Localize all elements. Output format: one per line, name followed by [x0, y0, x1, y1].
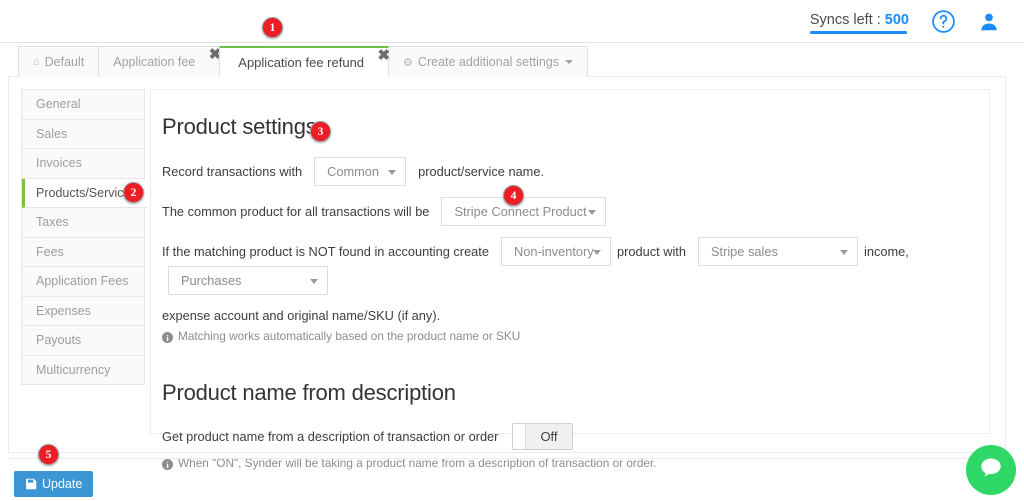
marker-badge-2: 2	[123, 182, 144, 203]
header-actions: Syncs left : 500	[809, 0, 1000, 43]
fallback-product-mid-label: product with	[616, 243, 686, 259]
product-type-select[interactable]: Non-inventory	[500, 237, 611, 266]
expense-account-select[interactable]: Purchases	[168, 266, 328, 295]
tab-default-label: Default	[44, 55, 85, 69]
chevron-down-icon	[564, 60, 573, 64]
toggle-state-label: Off	[526, 424, 572, 449]
expense-account-select-value: Purchases	[181, 272, 242, 288]
record-transactions-suffix-label: product/service name.	[418, 163, 545, 179]
sidebar-item-multicurrency[interactable]: Multicurrency	[22, 355, 144, 385]
app-window: Syncs left : 500 1 2 3 4 5 ⌂ Default App…	[0, 0, 1024, 501]
help-icon[interactable]	[931, 9, 956, 34]
sidebar-item-application-fees[interactable]: Application Fees	[22, 267, 144, 297]
tab-application-fee-refund-label: Application fee refund	[238, 55, 365, 70]
product-name-heading: Product name from description	[162, 380, 456, 405]
product-name-toggle-label: Get product name from a description of t…	[162, 428, 499, 444]
common-product-row: The common product for all transactions …	[162, 197, 989, 226]
tab-create-additional-settings-label: Create additional settings	[417, 55, 559, 69]
chat-widget-button[interactable]	[966, 445, 1016, 495]
syncs-left-indicator: Syncs left : 500	[809, 12, 909, 34]
chevron-down-icon	[588, 209, 597, 215]
fallback-product-row: If the matching product is NOT found in …	[162, 237, 989, 295]
settings-sidebar: General Sales Invoices Products/Services…	[21, 89, 147, 385]
update-button-label: Update	[42, 477, 83, 491]
sidebar-item-sales[interactable]: Sales	[22, 119, 144, 149]
chevron-down-icon	[310, 278, 318, 284]
chat-bubble-icon	[978, 455, 1004, 486]
home-icon: ⌂	[33, 56, 40, 68]
tab-application-fee-label: Application fee	[113, 55, 196, 69]
sidebar-item-fees[interactable]: Fees	[22, 237, 144, 267]
fallback-product-prefix-label: If the matching product is NOT found in …	[162, 243, 489, 259]
record-transactions-prefix-label: Record transactions with	[162, 163, 303, 179]
gear-icon: ⚙	[403, 56, 413, 69]
matching-hint-text: Matching works automatically based on th…	[178, 329, 521, 343]
syncs-progress-bar	[809, 31, 907, 34]
product-name-toggle-row: Get product name from a description of t…	[162, 423, 989, 450]
marker-badge-5: 5	[38, 444, 59, 465]
marker-badge-4: 4	[503, 185, 524, 206]
tab-application-fee[interactable]: Application fee ✖	[98, 46, 221, 77]
product-type-select-value: Non-inventory	[513, 243, 594, 259]
save-floppy-icon	[25, 478, 37, 490]
sidebar-item-general[interactable]: General	[22, 90, 144, 120]
toggle-knob	[513, 424, 527, 449]
settings-tab-strip: ⌂ Default Application fee ✖ Application …	[18, 46, 588, 77]
sidebar-item-taxes[interactable]: Taxes	[22, 208, 144, 238]
syncs-left-label: Syncs left :	[809, 12, 885, 28]
record-transactions-row: Record transactions with Common product/…	[162, 157, 989, 186]
common-product-select-value: Stripe Connect Product	[454, 203, 587, 219]
tab-create-additional-settings[interactable]: ⚙ Create additional settings	[388, 46, 588, 77]
marker-badge-3: 3	[310, 121, 331, 142]
tab-default[interactable]: ⌂ Default	[18, 46, 100, 77]
fallback-product-second-line: expense account and original name/SKU (i…	[162, 306, 989, 326]
user-avatar-icon[interactable]	[978, 11, 1000, 33]
sidebar-item-expenses[interactable]: Expenses	[22, 296, 144, 326]
common-product-select[interactable]: Stripe Connect Product	[441, 197, 607, 226]
income-label: income,	[863, 243, 909, 259]
fallback-product-second-line-label: expense account and original name/SKU (i…	[162, 308, 441, 323]
footer-divider	[8, 458, 1006, 459]
product-name-toggle[interactable]: Off	[512, 423, 573, 450]
income-account-select[interactable]: Stripe sales	[697, 237, 858, 266]
syncs-left-value: 500	[884, 12, 909, 28]
matching-hint: i Matching works automatically based on …	[162, 329, 989, 343]
record-transactions-select-value: Common	[327, 163, 380, 179]
tab-application-fee-refund[interactable]: Application fee refund ✖	[219, 46, 390, 77]
settings-content-card: Product settings Record transactions wit…	[150, 89, 990, 470]
product-settings-heading: Product settings	[162, 114, 317, 139]
income-account-select-value: Stripe sales	[710, 243, 778, 259]
top-header-bar: Syncs left : 500	[0, 0, 1024, 43]
chevron-down-icon	[388, 169, 397, 175]
info-icon: i	[162, 459, 173, 470]
common-product-prefix-label: The common product for all transactions …	[162, 203, 430, 219]
update-button[interactable]: Update	[14, 471, 94, 497]
close-icon[interactable]: ✖	[377, 48, 390, 63]
record-transactions-select[interactable]: Common	[314, 157, 407, 186]
sidebar-item-invoices[interactable]: Invoices	[22, 149, 144, 179]
chevron-down-icon	[592, 249, 601, 255]
chevron-down-icon	[839, 249, 848, 255]
sidebar-item-payouts[interactable]: Payouts	[22, 326, 144, 356]
info-icon: i	[162, 332, 173, 343]
marker-badge-1: 1	[262, 17, 283, 38]
